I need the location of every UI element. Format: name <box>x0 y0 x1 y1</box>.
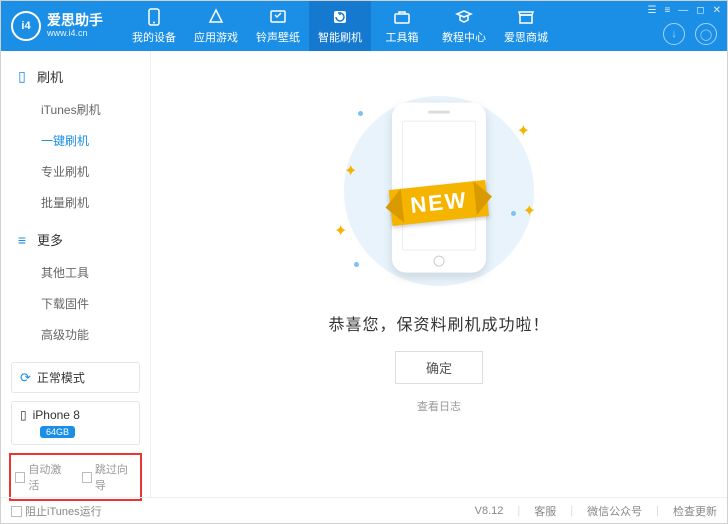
sidebar-item-pro-flash[interactable]: 专业刷机 <box>1 156 150 187</box>
titlebar: i4 爱思助手 www.i4.cn 我的设备 应用游戏 铃声壁纸 智能刷机 <box>1 1 727 51</box>
wechat-link[interactable]: 微信公众号 <box>587 503 642 519</box>
sidebar-item-download-firmware[interactable]: 下载固件 <box>1 288 150 319</box>
header-right-icons: ↓ ◯ <box>663 23 717 45</box>
close-icon[interactable]: ✕ <box>713 5 721 16</box>
maximize-icon[interactable]: ◻ <box>696 5 704 16</box>
nav-store[interactable]: 爱思商城 <box>495 1 557 51</box>
logo-icon: i4 <box>11 11 41 41</box>
options-highlight-box: 自动激活 跳过向导 <box>9 453 142 501</box>
nav-apps[interactable]: 应用游戏 <box>185 1 247 51</box>
sidebar-item-oneclick-flash[interactable]: 一键刷机 <box>1 125 150 156</box>
sidebar-group-label: 更多 <box>37 230 63 249</box>
nav-label: 爱思商城 <box>504 29 548 45</box>
device-box[interactable]: ▯ iPhone 8 64GB <box>11 401 140 445</box>
view-log-link[interactable]: 查看日志 <box>417 398 461 414</box>
skip-guide-checkbox[interactable]: 跳过向导 <box>82 461 137 493</box>
sidebar-item-itunes-flash[interactable]: iTunes刷机 <box>1 94 150 125</box>
success-message: 恭喜您，保资料刷机成功啦！ <box>328 311 549 335</box>
flash-icon <box>330 8 350 26</box>
mode-label: 正常模式 <box>37 369 85 386</box>
device-icon: ▯ <box>20 408 27 422</box>
nav-label: 我的设备 <box>132 29 176 45</box>
nav-label: 应用游戏 <box>194 29 238 45</box>
nav-tutorial[interactable]: 教程中心 <box>433 1 495 51</box>
sidebar-item-other-tools[interactable]: 其他工具 <box>1 257 150 288</box>
success-illustration: ✦ ✦ ✦ ✦ NEW <box>314 91 564 291</box>
menu-icon[interactable]: ≡ <box>664 5 670 16</box>
app-logo: i4 爱思助手 www.i4.cn <box>1 11 113 41</box>
skin-icon[interactable]: ☰ <box>647 5 656 16</box>
mode-indicator[interactable]: ⟳ 正常模式 <box>11 362 140 393</box>
nav-my-device[interactable]: 我的设备 <box>123 1 185 51</box>
app-title: 爱思助手 <box>47 13 103 28</box>
sidebar-item-batch-flash[interactable]: 批量刷机 <box>1 187 150 218</box>
support-link[interactable]: 客服 <box>534 503 556 519</box>
check-update-link[interactable]: 检查更新 <box>673 503 717 519</box>
ringtone-icon <box>268 8 288 26</box>
user-icon[interactable]: ◯ <box>695 23 717 45</box>
nav-label: 工具箱 <box>386 29 419 45</box>
apps-icon <box>206 8 226 26</box>
app-subtitle: www.i4.cn <box>47 29 103 39</box>
storage-badge: 64GB <box>40 426 75 438</box>
sparkle-icon: ✦ <box>523 201 536 221</box>
toolbox-icon <box>392 8 412 26</box>
download-icon[interactable]: ↓ <box>663 23 685 45</box>
auto-activate-checkbox[interactable]: 自动激活 <box>15 461 70 493</box>
block-itunes-checkbox[interactable]: 阻止iTunes运行 <box>11 503 102 519</box>
nav-toolbox[interactable]: 工具箱 <box>371 1 433 51</box>
sparkle-icon: ✦ <box>344 161 357 181</box>
refresh-icon: ⟳ <box>20 370 31 386</box>
sidebar-group-label: 刷机 <box>37 67 63 86</box>
nav-label: 智能刷机 <box>318 29 362 45</box>
main-content: ✦ ✦ ✦ ✦ NEW 恭喜您，保资料刷机成功啦！ 确定 查看日志 <box>151 51 727 497</box>
status-bar: 阻止iTunes运行 V8.12 | 客服 | 微信公众号 | 检查更新 <box>1 497 727 523</box>
sidebar-item-advanced[interactable]: 高级功能 <box>1 319 150 350</box>
phone-outline-icon: ▯ <box>15 68 29 85</box>
sparkle-icon: ✦ <box>334 221 347 241</box>
phone-icon <box>144 8 164 26</box>
sidebar-group-more: ≡ 更多 <box>1 224 150 255</box>
minimize-icon[interactable]: — <box>678 5 688 16</box>
device-name: iPhone 8 <box>33 408 80 422</box>
version-label: V8.12 <box>475 505 504 517</box>
nav-ringtone[interactable]: 铃声壁纸 <box>247 1 309 51</box>
list-icon: ≡ <box>15 232 29 248</box>
ok-button[interactable]: 确定 <box>395 351 483 384</box>
store-icon <box>516 8 536 26</box>
sidebar: ▯ 刷机 iTunes刷机 一键刷机 专业刷机 批量刷机 ≡ 更多 其他工具 下… <box>1 51 151 497</box>
window-controls: ☰ ≡ — ◻ ✕ <box>647 5 721 16</box>
nav-label: 教程中心 <box>442 29 486 45</box>
top-nav: 我的设备 应用游戏 铃声壁纸 智能刷机 工具箱 教程中心 <box>123 1 557 51</box>
sparkle-icon: ✦ <box>517 121 530 141</box>
tutorial-icon <box>454 8 474 26</box>
sidebar-group-flash: ▯ 刷机 <box>1 61 150 92</box>
nav-label: 铃声壁纸 <box>256 29 300 45</box>
nav-flash[interactable]: 智能刷机 <box>309 1 371 51</box>
